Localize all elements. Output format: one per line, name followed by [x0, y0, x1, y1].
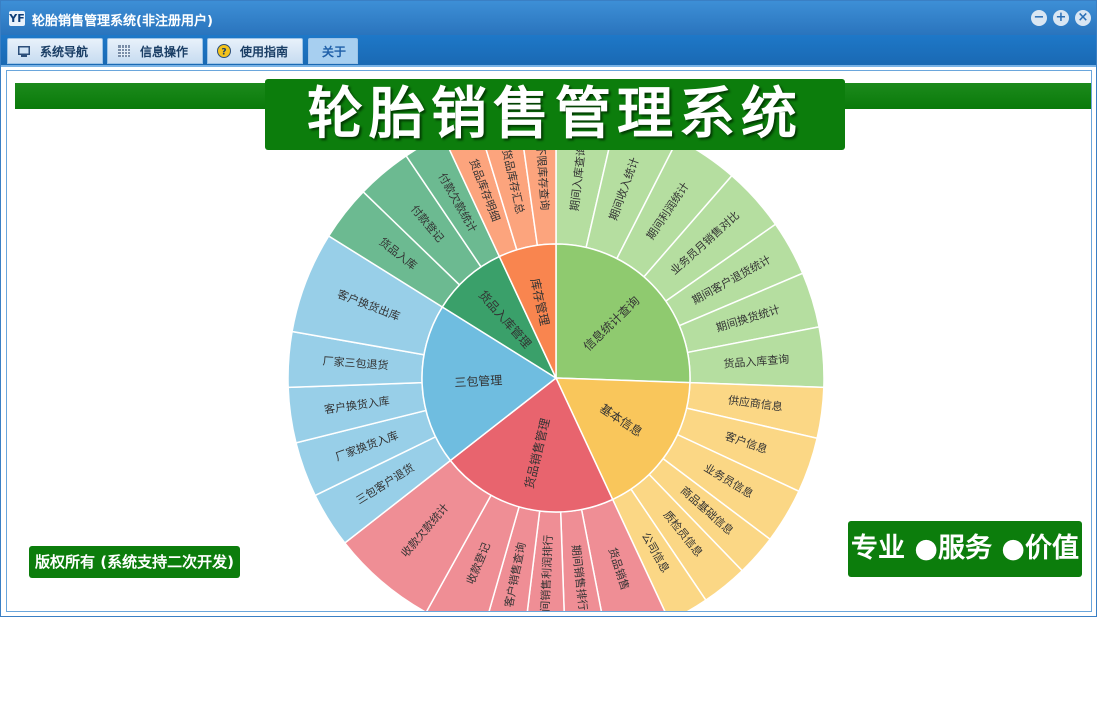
copyright-badge: 版权所有 (系统支持二次开发)	[29, 546, 240, 578]
title-bar[interactable]: YF 轮胎销售管理系统(非注册用户) − + ×	[1, 1, 1096, 35]
page-title: 轮胎销售管理系统	[265, 79, 845, 150]
tab-system-navigation[interactable]: 系统导航	[7, 38, 103, 64]
app-window: YF 轮胎销售管理系统(非注册用户) − + × 系统导航 信息操作 ? 使用指…	[0, 0, 1097, 617]
minimize-icon[interactable]: −	[1031, 10, 1047, 26]
tab-info-operations[interactable]: 信息操作	[107, 38, 203, 64]
tab-label: 使用指南	[240, 45, 289, 59]
grid-icon	[118, 45, 130, 57]
svg-text:?: ?	[221, 48, 226, 58]
app-logo-icon: YF	[9, 11, 25, 26]
content-area: 期间入库查询 期间收入统计 期间利润统计 业务员月销售对比 期间客户退货统计 期间换货统计…	[6, 70, 1092, 612]
restore-icon[interactable]: +	[1053, 10, 1069, 26]
window-title: 轮胎销售管理系统(非注册用户)	[32, 14, 213, 29]
tab-about[interactable]: 关于	[308, 38, 358, 64]
tab-user-guide[interactable]: ? 使用指南	[207, 38, 303, 64]
slogan-badge: 专业 ●服务 ●价值	[848, 521, 1082, 577]
help-icon: ?	[217, 44, 231, 58]
menu-bar: 系统导航 信息操作 ? 使用指南 关于	[1, 35, 1096, 67]
tab-label: 系统导航	[40, 45, 89, 59]
monitor-icon	[18, 46, 30, 57]
sunburst-inner-label: 三包管理	[454, 372, 503, 389]
tab-label: 信息操作	[140, 45, 189, 59]
close-icon[interactable]: ×	[1075, 10, 1091, 26]
tab-label: 关于	[322, 45, 347, 59]
